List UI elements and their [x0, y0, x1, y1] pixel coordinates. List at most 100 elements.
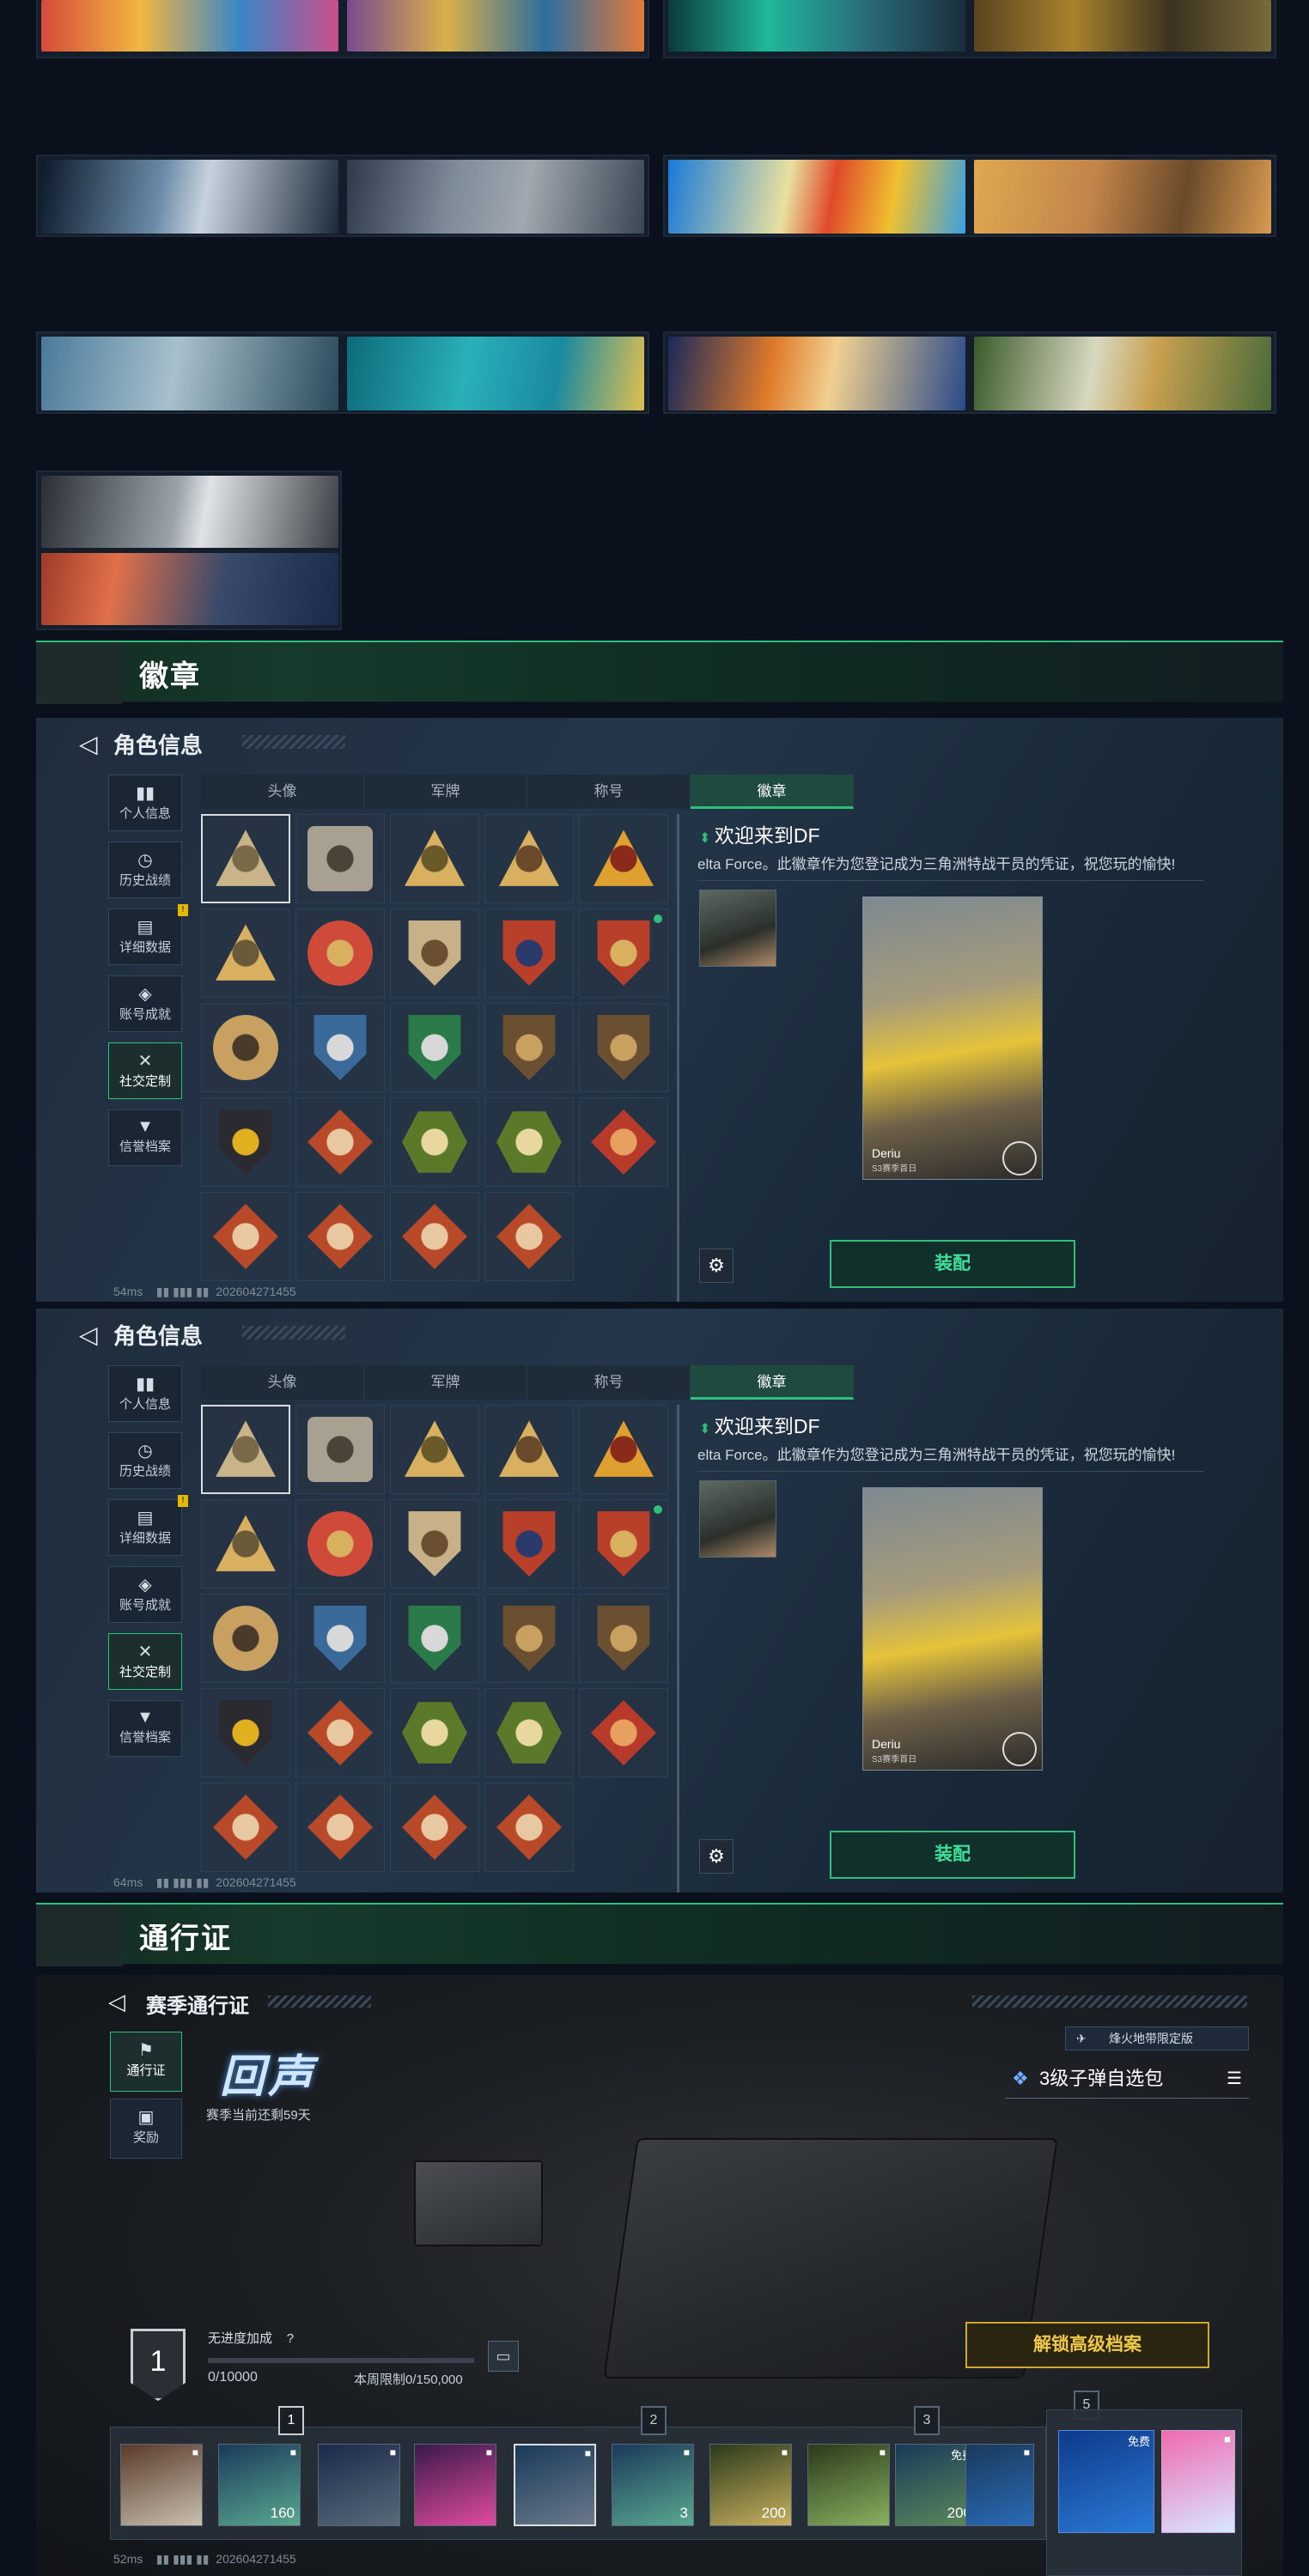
sidebar-item-pass[interactable]: ⚑ 通行证 [110, 2032, 182, 2092]
back-arrow-icon[interactable]: ◁ [108, 1989, 125, 2015]
banner-image[interactable] [974, 160, 1271, 234]
sidebar-item-achievements[interactable]: ◈ 账号成就 [108, 1566, 182, 1623]
badge-slot[interactable] [390, 1594, 479, 1683]
badge-slot[interactable] [201, 1499, 290, 1589]
badge-slot[interactable] [390, 1499, 479, 1589]
sidebar-item-social[interactable]: ✕ 社交定制 [108, 1042, 182, 1099]
reward-item[interactable]: ■ [120, 2444, 203, 2526]
badge-slot[interactable] [579, 908, 668, 998]
badge-slot[interactable] [579, 1688, 668, 1777]
banner-image[interactable] [41, 160, 338, 234]
badge-slot[interactable] [295, 1405, 385, 1494]
tab-avatar[interactable]: 头像 [201, 1365, 364, 1400]
badge-slot[interactable] [295, 1097, 385, 1187]
badge-slot[interactable] [201, 908, 290, 998]
unlock-premium-button[interactable]: 解锁高级档案 [965, 2322, 1209, 2368]
tab-dogtag[interactable]: 军牌 [364, 775, 527, 809]
sidebar-item-rewards[interactable]: ▣ 奖励 [110, 2099, 182, 2159]
tab-title[interactable]: 称号 [527, 1365, 691, 1400]
sidebar-item-achievements[interactable]: ◈ 账号成就 [108, 975, 182, 1032]
badge-slot[interactable] [295, 814, 385, 903]
badge-slot[interactable] [390, 814, 479, 903]
banner-image[interactable] [347, 0, 644, 52]
banner-image[interactable] [41, 553, 338, 625]
reward-item[interactable]: ■ [807, 2444, 890, 2526]
badge-slot[interactable] [390, 1688, 479, 1777]
sidebar-item-history[interactable]: ◷ 历史战绩 [108, 1432, 182, 1489]
bundle-selector[interactable]: ❖ 3级子弹自选包 ☰ [1005, 2061, 1249, 2099]
badge-slot[interactable] [295, 1192, 385, 1281]
banner-image[interactable] [41, 0, 338, 52]
badge-slot[interactable] [484, 1192, 574, 1281]
badge-slot[interactable] [201, 1192, 290, 1281]
badge-slot[interactable] [579, 1003, 668, 1092]
back-arrow-icon[interactable]: ◁ [79, 730, 98, 758]
sidebar-item-reputation[interactable]: ▼ 信誉档案 [108, 1109, 182, 1166]
card-icon[interactable]: ▭ [488, 2341, 519, 2372]
reward-item[interactable]: ■ 3 [612, 2444, 694, 2526]
badge-slot[interactable] [201, 1003, 290, 1092]
banner-image[interactable] [41, 476, 338, 548]
badge-slot[interactable] [484, 814, 574, 903]
reward-item[interactable]: ■ 200 [709, 2444, 792, 2526]
sidebar-item-reputation[interactable]: ▼ 信誉档案 [108, 1700, 182, 1757]
reward-item[interactable]: ■ [318, 2444, 400, 2526]
badge-slot[interactable] [201, 1097, 290, 1187]
list-icon[interactable]: ☰ [1227, 2061, 1242, 2097]
badge-slot[interactable] [484, 1499, 574, 1589]
badge-slot[interactable] [390, 1097, 479, 1187]
sidebar-item-details[interactable]: ! ▤ 详细数据 [108, 1495, 188, 1556]
badge-slot[interactable] [484, 1783, 574, 1872]
badge-slot[interactable] [579, 1499, 668, 1589]
badge-slot[interactable] [390, 1003, 479, 1092]
badge-slot[interactable] [484, 1097, 574, 1187]
badge-slot[interactable] [390, 908, 479, 998]
badge-slot[interactable] [295, 908, 385, 998]
badge-slot[interactable] [201, 814, 290, 903]
badge-slot[interactable] [484, 908, 574, 998]
equip-button[interactable]: 装配 [830, 1240, 1075, 1288]
banner-image[interactable] [668, 0, 965, 52]
tab-avatar[interactable]: 头像 [201, 775, 364, 809]
tab-badge[interactable]: 徽章 [691, 1365, 854, 1400]
banner-image[interactable] [347, 337, 644, 410]
banner-image[interactable] [668, 160, 965, 234]
sidebar-item-history[interactable]: ◷ 历史战绩 [108, 841, 182, 898]
featured-reward-ticket[interactable]: 免费 [1058, 2430, 1154, 2533]
sidebar-item-profile[interactable]: ▮▮ 个人信息 [108, 1365, 182, 1422]
badge-slot[interactable] [484, 1688, 574, 1777]
badge-slot[interactable] [201, 1688, 290, 1777]
badge-slot[interactable] [295, 1783, 385, 1872]
badge-slot[interactable] [295, 1499, 385, 1589]
badge-slot[interactable] [201, 1594, 290, 1683]
badge-slot[interactable] [579, 1594, 668, 1683]
banner-image[interactable] [974, 337, 1271, 410]
badge-slot[interactable] [390, 1783, 479, 1872]
badge-slot[interactable] [579, 1405, 668, 1494]
tab-dogtag[interactable]: 军牌 [364, 1365, 527, 1400]
badge-slot[interactable] [484, 1405, 574, 1494]
reward-item[interactable]: ■ 160 [218, 2444, 301, 2526]
badge-slot[interactable] [579, 1097, 668, 1187]
badge-slot[interactable] [390, 1192, 479, 1281]
badge-slot[interactable] [295, 1688, 385, 1777]
equip-button[interactable]: 装配 [830, 1831, 1075, 1879]
tab-badge[interactable]: 徽章 [691, 775, 854, 809]
reward-item[interactable]: ■ [414, 2444, 496, 2526]
banner-image[interactable] [41, 337, 338, 410]
reward-item[interactable]: ■ [965, 2444, 1034, 2526]
tab-title[interactable]: 称号 [527, 775, 691, 809]
banner-image[interactable] [974, 0, 1271, 52]
badge-slot[interactable] [484, 1594, 574, 1683]
badge-slot[interactable] [295, 1594, 385, 1683]
sidebar-item-profile[interactable]: ▮▮ 个人信息 [108, 775, 182, 831]
back-arrow-icon[interactable]: ◁ [79, 1321, 98, 1349]
badge-slot[interactable] [390, 1405, 479, 1494]
sidebar-item-social[interactable]: ✕ 社交定制 [108, 1633, 182, 1690]
badge-slot[interactable] [484, 1003, 574, 1092]
reward-item[interactable]: ■ [514, 2444, 596, 2526]
help-icon[interactable]: ? [287, 2331, 294, 2346]
badge-slot[interactable] [295, 1003, 385, 1092]
sidebar-item-details[interactable]: ! ▤ 详细数据 [108, 904, 188, 965]
banner-image[interactable] [347, 160, 644, 234]
